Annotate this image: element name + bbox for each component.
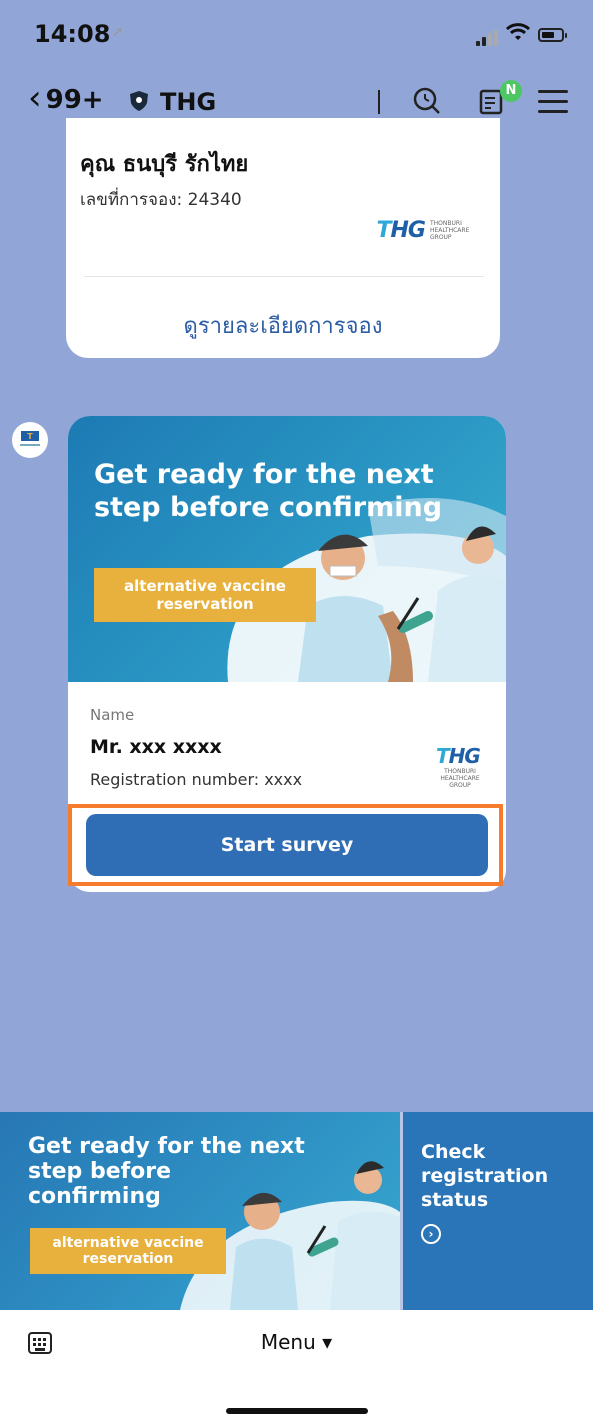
menu-toggle[interactable]: Menu ▾ — [0, 1330, 593, 1354]
vaccination-illustration — [227, 498, 506, 682]
thg-logo: THG THONBURI HEALTHCARE GROUP — [436, 744, 481, 789]
status-bar: 14:08 ➚ — [0, 0, 593, 70]
location-arrow-icon: ➚ — [112, 24, 124, 40]
bottom-bar: Menu ▾ — [0, 1310, 593, 1428]
registration-number: Registration number: xxxx — [90, 770, 303, 789]
new-badge: N — [500, 80, 522, 102]
rich-menu-check-status-title: Check registration status — [421, 1141, 549, 1211]
chevron-left-icon: ‹ — [28, 78, 42, 118]
bot-avatar[interactable]: T — [12, 422, 48, 458]
highlight-annotation — [68, 804, 503, 886]
back-button[interactable]: ‹ 99+ — [28, 81, 104, 115]
status-time: 14:08 — [34, 20, 111, 48]
signal-icon — [476, 30, 498, 46]
search-icon[interactable] — [412, 86, 442, 116]
rich-menu-check-status-tile[interactable]: Check registration status › — [403, 1112, 593, 1310]
banner-tag: alternative vaccine reservation — [94, 568, 316, 622]
hamburger-menu-icon[interactable] — [538, 90, 568, 114]
unread-count: 99+ — [45, 85, 104, 115]
wifi-icon — [505, 22, 531, 48]
view-booking-details-link[interactable]: ดูรายละเอียดการจอง — [66, 308, 500, 343]
survey-banner: Get ready for the next step before confi… — [68, 416, 506, 682]
home-indicator[interactable] — [226, 1408, 368, 1414]
rich-menu-survey-tile[interactable]: Get ready for the next step before confi… — [0, 1112, 400, 1310]
text-cursor — [378, 90, 380, 114]
banner-title: Get ready for the next step before confi… — [94, 459, 443, 523]
svg-text:T: T — [27, 432, 33, 441]
thg-logo: THG THONBURI HEALTHCARE GROUP — [376, 218, 470, 243]
booking-card: คุณ ธนบุรี รักไทย เลขที่การจอง: 24340 TH… — [66, 118, 500, 358]
person-name: Mr. xxx xxxx — [90, 736, 222, 758]
name-label: Name — [90, 706, 135, 724]
battery-icon — [538, 28, 567, 42]
shield-icon — [130, 91, 148, 111]
booking-name: คุณ ธนบุรี รักไทย — [80, 152, 249, 177]
divider — [84, 276, 484, 277]
rich-menu: Get ready for the next step before confi… — [0, 1112, 593, 1310]
chevron-right-circle-icon: › — [421, 1224, 441, 1244]
rich-menu-survey-title: Get ready for the next step before confi… — [28, 1134, 305, 1209]
booking-number: เลขที่การจอง: 24340 — [80, 190, 242, 210]
chat-title: THG — [160, 88, 217, 116]
rich-menu-survey-tag: alternative vaccine reservation — [30, 1228, 226, 1274]
